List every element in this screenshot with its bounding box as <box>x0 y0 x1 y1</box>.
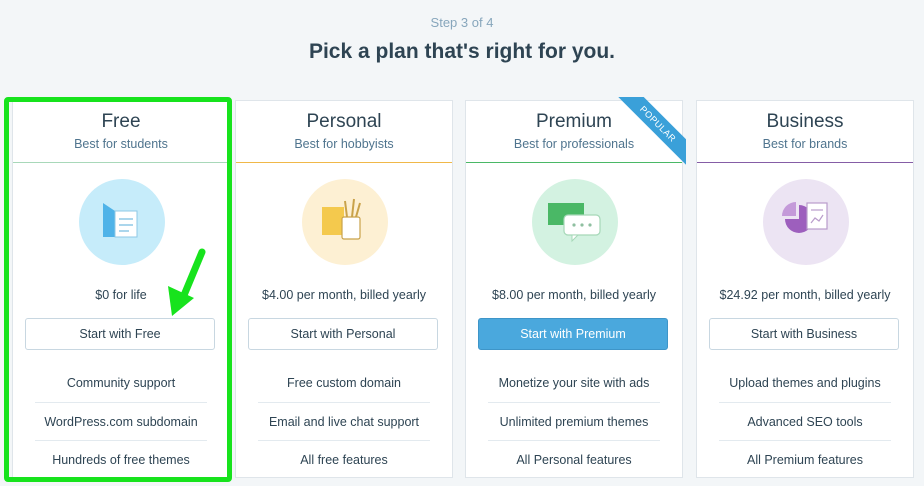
feature-item: All Personal features <box>516 453 632 467</box>
feature-item: Community support <box>35 364 207 403</box>
start-business-button[interactable]: Start with Business <box>709 318 899 350</box>
plan-features-free: Community support WordPress.com subdomai… <box>13 364 229 480</box>
plan-card-business: Business Best for brands $24.92 per mont… <box>696 100 914 478</box>
feature-item: WordPress.com subdomain <box>35 403 207 441</box>
plan-header-free: Free Best for students <box>13 101 229 163</box>
plan-price-premium: $8.00 per month, billed yearly <box>492 288 656 302</box>
arrow-annotation-icon <box>164 248 210 323</box>
plan-tagline-business: Best for brands <box>762 137 848 151</box>
step-indicator: Step 3 of 4 <box>430 15 494 30</box>
plan-tagline-free: Best for students <box>74 137 168 151</box>
plan-price-personal: $4.00 per month, billed yearly <box>262 288 426 302</box>
plan-tagline-personal: Best for hobbyists <box>294 137 394 151</box>
plan-title-personal: Personal <box>306 111 382 132</box>
plan-card-premium: Premium Best for professionals POPULAR $… <box>465 97 686 480</box>
plan-business-icon <box>763 179 849 265</box>
feature-item: Monetize your site with ads <box>488 364 660 403</box>
start-premium-button[interactable]: Start with Premium <box>478 318 668 350</box>
page-title: Pick a plan that's right for you. <box>308 40 616 63</box>
feature-item: Hundreds of free themes <box>52 453 190 467</box>
plan-personal-icon <box>302 179 388 265</box>
feature-item: All Premium features <box>746 453 863 467</box>
plan-premium-icon <box>532 179 618 265</box>
plan-features-business: Upload themes and plugins Advanced SEO t… <box>697 364 913 480</box>
plan-header-personal: Personal Best for hobbyists <box>236 101 452 163</box>
start-personal-button[interactable]: Start with Personal <box>248 318 438 350</box>
feature-item: Free custom domain <box>258 364 430 403</box>
plan-header-business: Business Best for brands <box>697 101 913 163</box>
plan-title-business: Business <box>766 111 844 132</box>
feature-item: Upload themes and plugins <box>719 364 891 403</box>
plan-card-personal: Personal Best for hobbyists $4.00 per mo… <box>235 100 453 478</box>
feature-item: Email and live chat support <box>258 403 430 441</box>
feature-item: All free features <box>300 453 388 467</box>
plan-features-premium: Monetize your site with ads Unlimited pr… <box>466 364 682 480</box>
plan-price-business: $24.92 per month, billed yearly <box>719 288 891 302</box>
popular-badge: POPULAR <box>616 97 686 166</box>
feature-item: Advanced SEO tools <box>719 403 891 441</box>
plan-title-free: Free <box>101 111 141 132</box>
feature-item: Unlimited premium themes <box>488 403 660 441</box>
plan-free-icon <box>79 179 165 265</box>
plan-features-personal: Free custom domain Email and live chat s… <box>236 364 452 480</box>
popular-ribbon: POPULAR <box>616 97 686 167</box>
